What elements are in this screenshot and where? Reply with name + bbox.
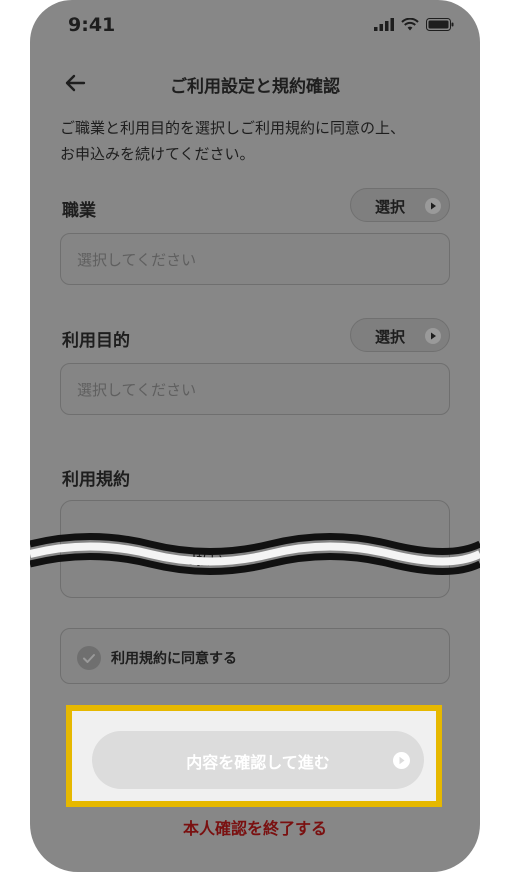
cta-highlight-frame: 内容を確認して進む [66, 705, 442, 807]
break-wave-divider [30, 533, 480, 575]
intro-line-1: ご職業と利用目的を選択しご利用規約に同意の上、 [60, 119, 406, 137]
occupation-placeholder: 選択してください [77, 251, 197, 269]
wifi-icon [401, 18, 419, 31]
occupation-select-button[interactable]: 選択 [350, 188, 450, 222]
intro-line-2: お申込みを続けてください。 [60, 145, 255, 163]
purpose-field[interactable]: 選択してください [60, 363, 450, 415]
occupation-field[interactable]: 選択してください [60, 233, 450, 285]
play-icon [393, 752, 410, 769]
confirm-and-proceed-label: 内容を確認して進む [186, 753, 330, 772]
purpose-select-label: 選択 [375, 328, 406, 346]
checkmark-icon [77, 646, 101, 670]
play-icon [425, 198, 441, 214]
confirm-and-proceed-button[interactable]: 内容を確認して進む [92, 731, 424, 789]
purpose-label: 利用目的 [62, 331, 130, 351]
occupation-select-label: 選択 [375, 198, 406, 216]
end-verification-link[interactable]: 本人確認を終了する [30, 815, 480, 839]
intro-text: ご職業と利用目的を選択しご利用規約に同意の上、 お申込みを続けてください。 [60, 115, 460, 167]
purpose-select-button[interactable]: 選択 [350, 318, 450, 352]
occupation-label: 職業 [62, 201, 96, 221]
purpose-placeholder: 選択してください [77, 381, 197, 399]
signal-icon [374, 18, 394, 31]
page-title: ご利用設定と規約確認 [170, 77, 340, 97]
status-time: 9:41 [68, 14, 116, 36]
battery-icon [426, 18, 454, 31]
status-icons [374, 18, 454, 31]
agree-terms-label: 利用規約に同意する [111, 651, 237, 667]
terms-label: 利用規約 [62, 470, 130, 490]
agree-terms-checkbox[interactable]: 利用規約に同意する [60, 628, 450, 684]
nav-bar: ご利用設定と規約確認 [30, 62, 480, 106]
phone-screen: 9:41 ご利用設定と規約確認 ご職業と利用目的を選択しご利用規約に同意の上、 … [30, 0, 480, 872]
status-bar: 9:41 [30, 0, 480, 54]
play-icon [425, 328, 441, 344]
